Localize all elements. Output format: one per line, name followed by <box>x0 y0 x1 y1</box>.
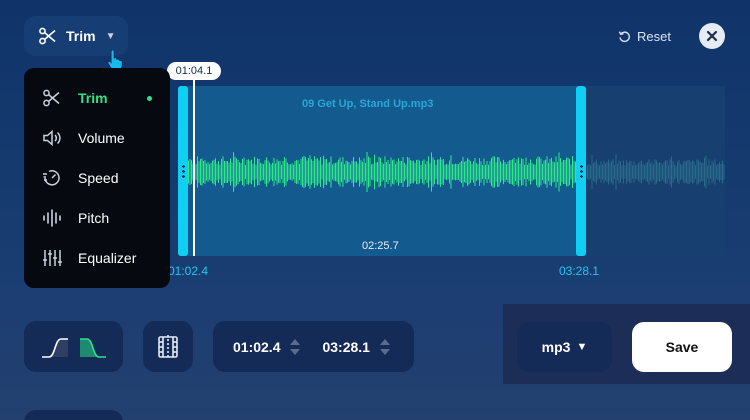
playhead-time: 01:04.1 <box>167 62 221 80</box>
format-select[interactable]: mp3 ▼ <box>517 322 612 372</box>
start-trim-handle[interactable] <box>178 86 188 256</box>
close-button[interactable] <box>699 23 725 49</box>
menu-item-label: Speed <box>78 170 119 186</box>
menu-item-label: Equalizer <box>78 250 137 266</box>
menu-item-pitch[interactable]: Pitch <box>24 198 170 238</box>
waveform <box>178 151 725 193</box>
start-time-stepper[interactable] <box>290 338 301 355</box>
playhead[interactable] <box>193 78 195 256</box>
menu-item-label: Trim <box>78 90 108 106</box>
menu-item-speed[interactable]: Speed <box>24 158 170 198</box>
speaker-icon <box>43 129 61 147</box>
end-time-stepper[interactable] <box>379 338 390 355</box>
active-indicator <box>147 95 152 101</box>
end-marker-label: 03:28.1 <box>559 264 600 278</box>
track-filename: 09 Get Up, Stand Up.mp3 <box>302 98 434 110</box>
start-time-input[interactable]: 01:02.4 <box>233 339 280 355</box>
menu-item-trim[interactable]: Trim <box>24 78 170 118</box>
speedometer-icon <box>43 170 60 186</box>
chevron-down-icon: ▼ <box>576 341 588 353</box>
reset-label: Reset <box>637 28 671 44</box>
menu-item-label: Volume <box>78 130 125 146</box>
tool-menu: Trim Volume Speed Pitch Equalizer <box>24 68 170 288</box>
end-trim-handle[interactable] <box>576 86 586 256</box>
end-time-input[interactable]: 03:28.1 <box>322 339 369 355</box>
split-button[interactable] <box>143 321 193 372</box>
scissors-icon <box>39 27 56 45</box>
menu-item-label: Pitch <box>78 210 110 226</box>
fade-out-icon[interactable] <box>79 335 107 359</box>
menu-item-volume[interactable]: Volume <box>24 118 170 158</box>
save-button[interactable]: Save <box>632 322 732 372</box>
close-icon <box>706 30 718 42</box>
scissors-icon <box>43 89 60 107</box>
format-label: mp3 <box>541 339 571 355</box>
start-marker-label: 01:02.4 <box>168 264 209 278</box>
reset-icon <box>618 30 630 42</box>
menu-item-equalizer[interactable]: Equalizer <box>24 238 170 278</box>
equalizer-icon <box>43 250 62 266</box>
film-split-icon <box>158 334 178 359</box>
selection-duration: 02:25.7 <box>362 240 399 252</box>
chevron-down-icon: ▼ <box>105 30 116 42</box>
fade-controls <box>24 321 123 372</box>
time-range-panel: 01:02.4 03:28.1 <box>213 321 414 372</box>
reset-button[interactable]: Reset <box>618 26 671 46</box>
pitch-icon <box>43 209 61 227</box>
extra-controls-panel <box>24 410 123 420</box>
tool-select-label: Trim <box>66 28 96 44</box>
fade-in-icon[interactable] <box>41 335 69 359</box>
